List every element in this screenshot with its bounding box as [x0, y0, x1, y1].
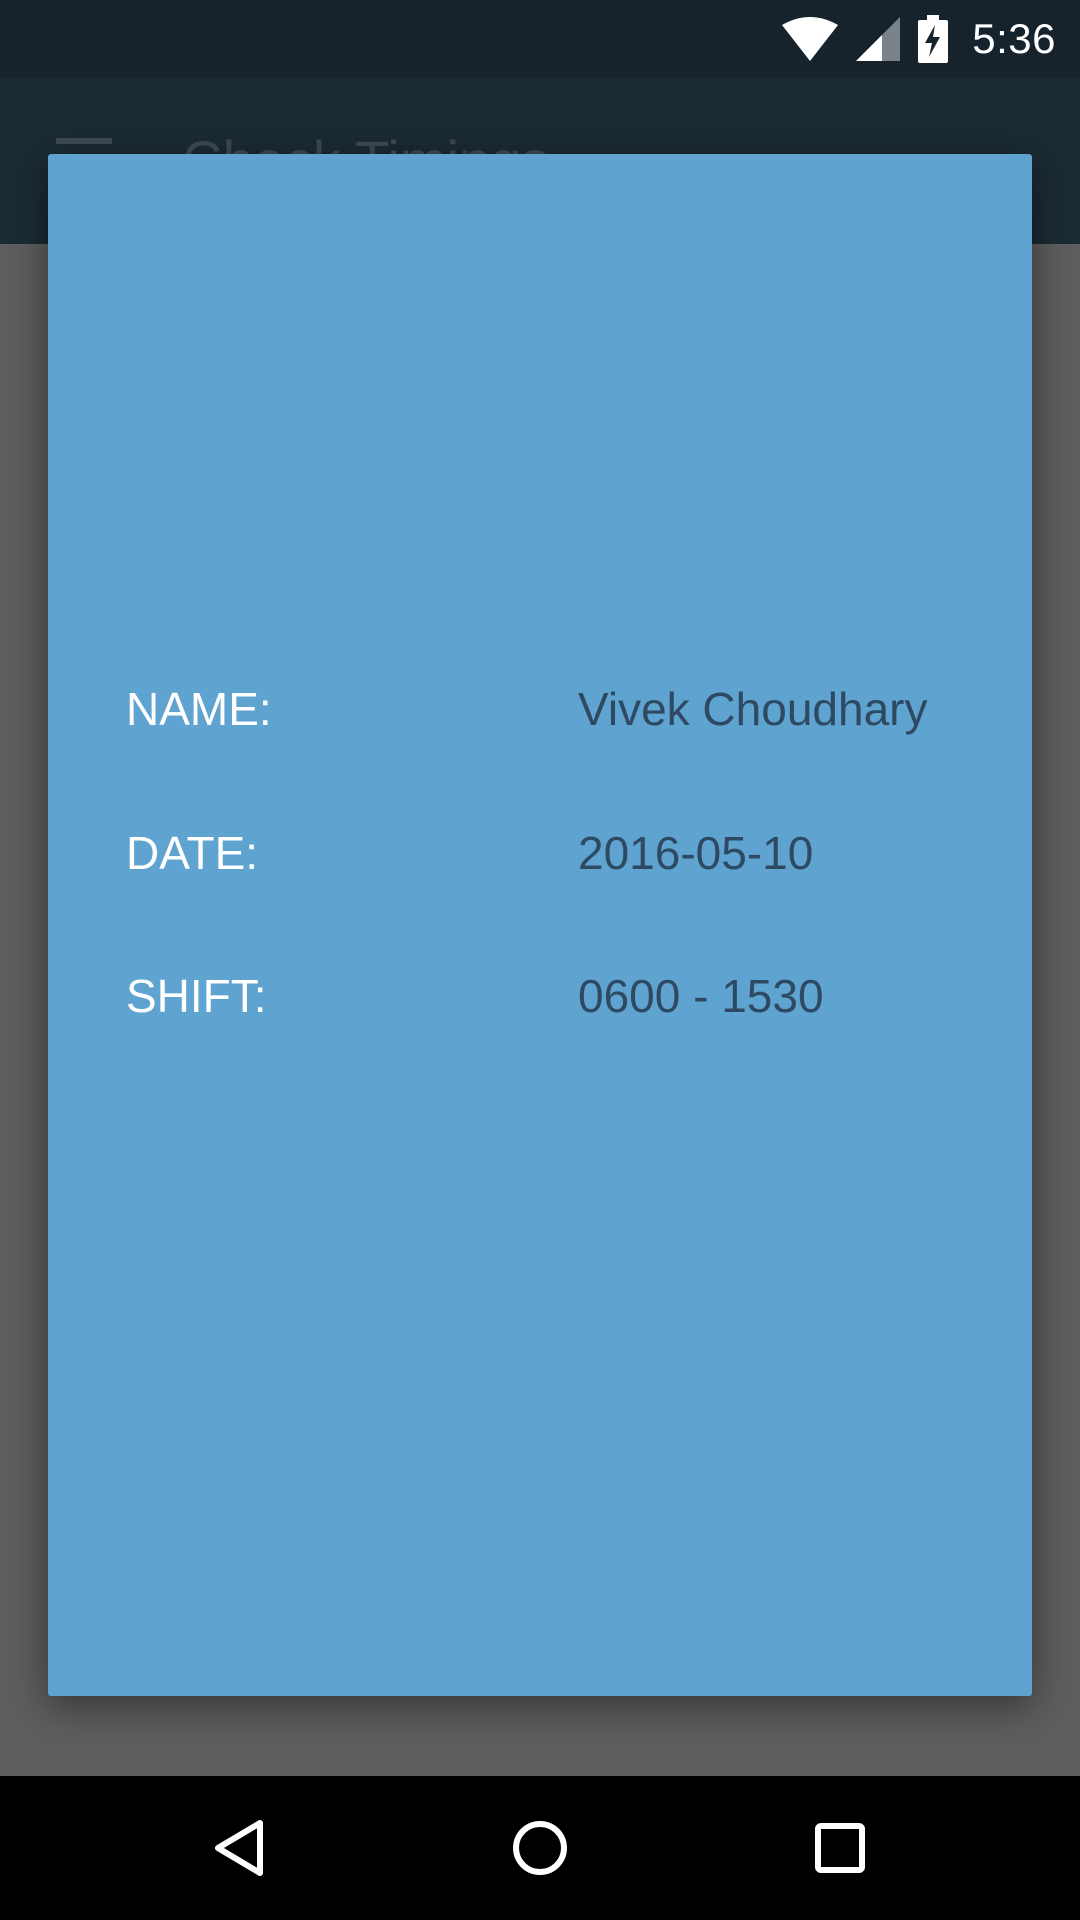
status-icons: 5:36: [782, 0, 1056, 78]
details-dialog: NAME: Vivek Choudhary DATE: 2016-05-10 S…: [48, 154, 1032, 1696]
status-time: 5:36: [972, 15, 1056, 62]
name-label: NAME:: [126, 683, 272, 735]
shift-label: SHIFT:: [126, 970, 267, 1022]
name-value: Vivek Choudhary: [578, 683, 928, 735]
wifi-icon: [782, 17, 839, 61]
screen: 5:36 Check Timings NAME: Vivek Choudhary…: [0, 0, 1080, 1920]
date-row: DATE: 2016-05-10: [126, 826, 976, 896]
back-icon[interactable]: [204, 1812, 276, 1884]
navigation-bar: [0, 1776, 1080, 1920]
status-bar: 5:36: [0, 0, 1080, 78]
shift-row: SHIFT: 0600 - 1530: [126, 969, 976, 1039]
recents-icon[interactable]: [804, 1812, 876, 1884]
cell-signal-icon: [856, 17, 901, 61]
date-value: 2016-05-10: [578, 827, 814, 879]
home-icon[interactable]: [504, 1812, 576, 1884]
battery-charging-icon: [918, 15, 949, 63]
date-label: DATE:: [126, 827, 259, 879]
shift-value: 0600 - 1530: [578, 970, 824, 1022]
name-row: NAME: Vivek Choudhary: [126, 682, 976, 752]
